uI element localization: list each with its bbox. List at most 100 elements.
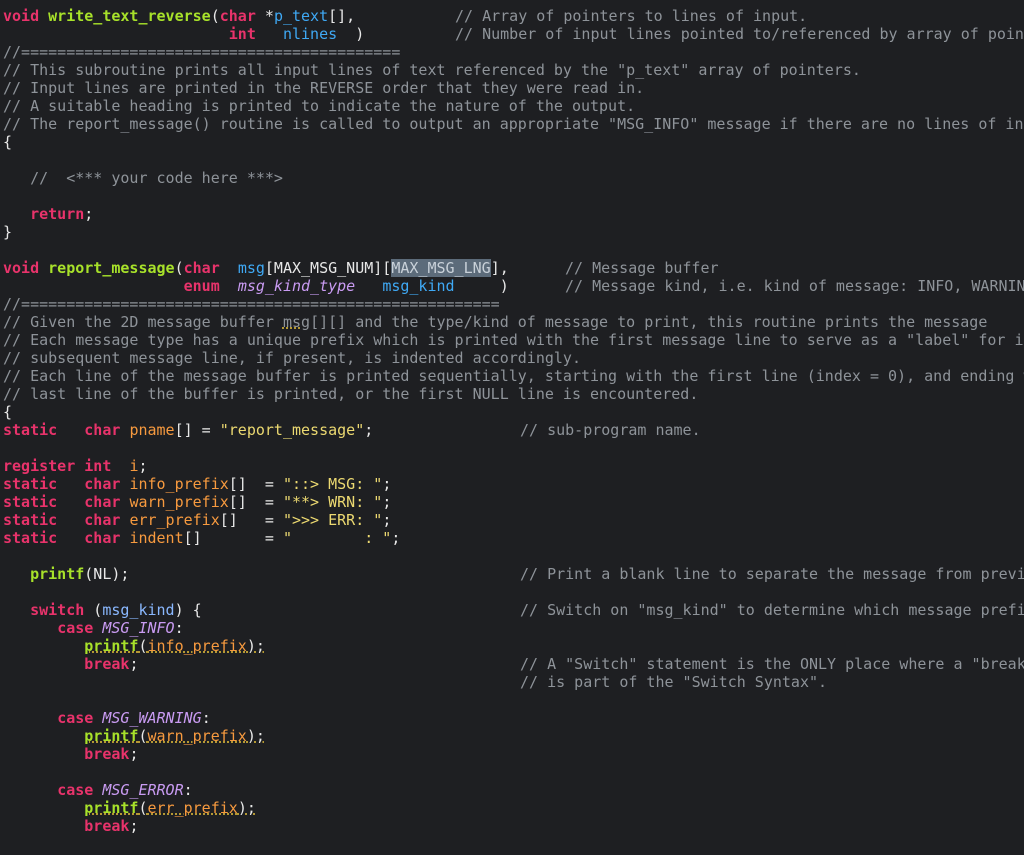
code-token: :	[183, 781, 193, 799]
code-line[interactable]: printf(warn_prefix);	[0, 727, 1024, 745]
code-line[interactable]: return;	[0, 205, 1024, 223]
code-line[interactable]: enum msg_kind_type msg_kind ) // Message …	[0, 277, 1024, 295]
code-line[interactable]: printf(info_prefix);	[0, 637, 1024, 655]
code-line[interactable]: break; // A "Switch" statement is the ONL…	[0, 655, 1024, 673]
code-token: enum	[183, 277, 220, 295]
code-token: err_prefix	[147, 799, 238, 817]
code-line[interactable]: // This subroutine prints all input line…	[0, 61, 1024, 79]
code-line[interactable]: case MSG_ERROR:	[0, 781, 1024, 799]
code-line[interactable]	[0, 583, 1024, 601]
code-token: ;	[382, 493, 392, 511]
code-comment: // Given the 2D message buffer	[3, 313, 283, 331]
code-comment: [][] and the type/kind of message to pri…	[310, 313, 988, 331]
code-token: (	[138, 637, 148, 655]
code-line[interactable]: case MSG_INFO:	[0, 619, 1024, 637]
code-token: :	[174, 619, 184, 637]
code-line[interactable]: void report_message(char msg[MAX_MSG_NUM…	[0, 259, 1024, 277]
code-line[interactable]: // Input lines are printed in the REVERS…	[0, 79, 1024, 97]
code-token: char	[84, 475, 121, 493]
code-token: " : "	[282, 529, 392, 547]
code-line[interactable]: }	[0, 223, 1024, 241]
code-line[interactable]: void write_text_reverse(char *p_text[], /…	[0, 7, 1024, 25]
code-token: report_message	[48, 259, 175, 277]
code-line[interactable]: // Each message type has a unique prefix…	[0, 331, 1024, 349]
code-token: ;	[391, 529, 401, 547]
code-token: printf	[84, 637, 139, 655]
code-line[interactable]	[0, 187, 1024, 205]
code-line[interactable]: //======================================…	[0, 295, 1024, 313]
code-line[interactable]: static char err_prefix[] = ">>> ERR: ";	[0, 511, 1024, 529]
code-comment: // <*** your code here ***>	[30, 169, 283, 187]
code-token: "::> MSG: "	[282, 475, 383, 493]
code-comment: // The report_message() routine is calle…	[3, 115, 1024, 133]
code-token: )	[337, 25, 365, 43]
code-line[interactable]: // Each line of the message buffer is pr…	[0, 367, 1024, 385]
code-line[interactable]: //======================================…	[0, 43, 1024, 61]
code-line[interactable]	[0, 691, 1024, 709]
code-token: case	[57, 619, 94, 637]
code-token: void	[3, 7, 40, 25]
code-token: err_prefix	[129, 511, 220, 529]
code-token: MSG_INFO	[102, 619, 175, 637]
code-line[interactable]: switch (msg_kind) {// Switch on "msg_kin…	[0, 601, 1024, 619]
code-line[interactable]	[0, 763, 1024, 781]
code-line[interactable]	[0, 241, 1024, 259]
code-token: char	[84, 511, 121, 529]
code-token: info_prefix	[129, 475, 229, 493]
code-token: ;	[364, 421, 374, 439]
code-token: ;	[138, 457, 148, 475]
code-line[interactable]: {	[0, 133, 1024, 151]
code-line[interactable]: case MSG_WARNING:	[0, 709, 1024, 727]
code-token: printf	[84, 727, 139, 745]
code-token: write_text_reverse	[48, 7, 211, 25]
code-token: );	[237, 799, 256, 817]
code-token: [] =	[219, 511, 283, 529]
code-line[interactable]: break;	[0, 817, 1024, 835]
code-comment: // subsequent message line, if present, …	[3, 349, 581, 367]
code-line[interactable]: printf(err_prefix);	[0, 799, 1024, 817]
code-line[interactable]: static char info_prefix[] = "::> MSG: ";	[0, 475, 1024, 493]
code-line[interactable]: static char indent[] = " : ";	[0, 529, 1024, 547]
code-line[interactable]: // last line of the buffer is printed, o…	[0, 385, 1024, 403]
code-line[interactable]: break;	[0, 745, 1024, 763]
code-line[interactable]: // A suitable heading is printed to indi…	[0, 97, 1024, 115]
code-line[interactable]: // subsequent message line, if present, …	[0, 349, 1024, 367]
code-token: [] =	[174, 421, 220, 439]
code-token: printf	[30, 565, 85, 583]
code-line[interactable]: register int i;	[0, 457, 1024, 475]
code-line[interactable]	[0, 439, 1024, 457]
code-line[interactable]: // The report_message() routine is calle…	[0, 115, 1024, 133]
code-line[interactable]: printf(NL); // Print a blank line to sepa…	[0, 565, 1024, 583]
code-editor[interactable]: void write_text_reverse(char *p_text[], /…	[0, 0, 1024, 855]
code-comment: // Print a blank line to separate the me…	[520, 565, 1024, 583]
code-line[interactable]: static char pname[] = "report_message"; /…	[0, 421, 1024, 439]
code-line[interactable]: // Given the 2D message buffer msg[][] a…	[0, 313, 1024, 331]
code-line[interactable]: static char warn_prefix[] = "**> WRN: ";	[0, 493, 1024, 511]
code-token: (	[210, 7, 220, 25]
code-line[interactable]: // <*** your code here ***>	[0, 169, 1024, 187]
code-line[interactable]: // is part of the "Switch Syntax".	[0, 673, 1024, 691]
code-line[interactable]	[0, 547, 1024, 565]
code-token: );	[246, 727, 265, 745]
code-line[interactable]: {	[0, 403, 1024, 421]
code-comment: // is part of the "Switch Syntax".	[520, 673, 828, 691]
code-line[interactable]	[0, 151, 1024, 169]
code-token: switch	[30, 601, 85, 619]
code-token: MAX_MSG_LNG	[391, 259, 491, 277]
code-line[interactable]: int nlines ) // Number of input lines poi…	[0, 25, 1024, 43]
code-line[interactable]	[0, 835, 1024, 853]
code-token: {	[3, 133, 13, 151]
